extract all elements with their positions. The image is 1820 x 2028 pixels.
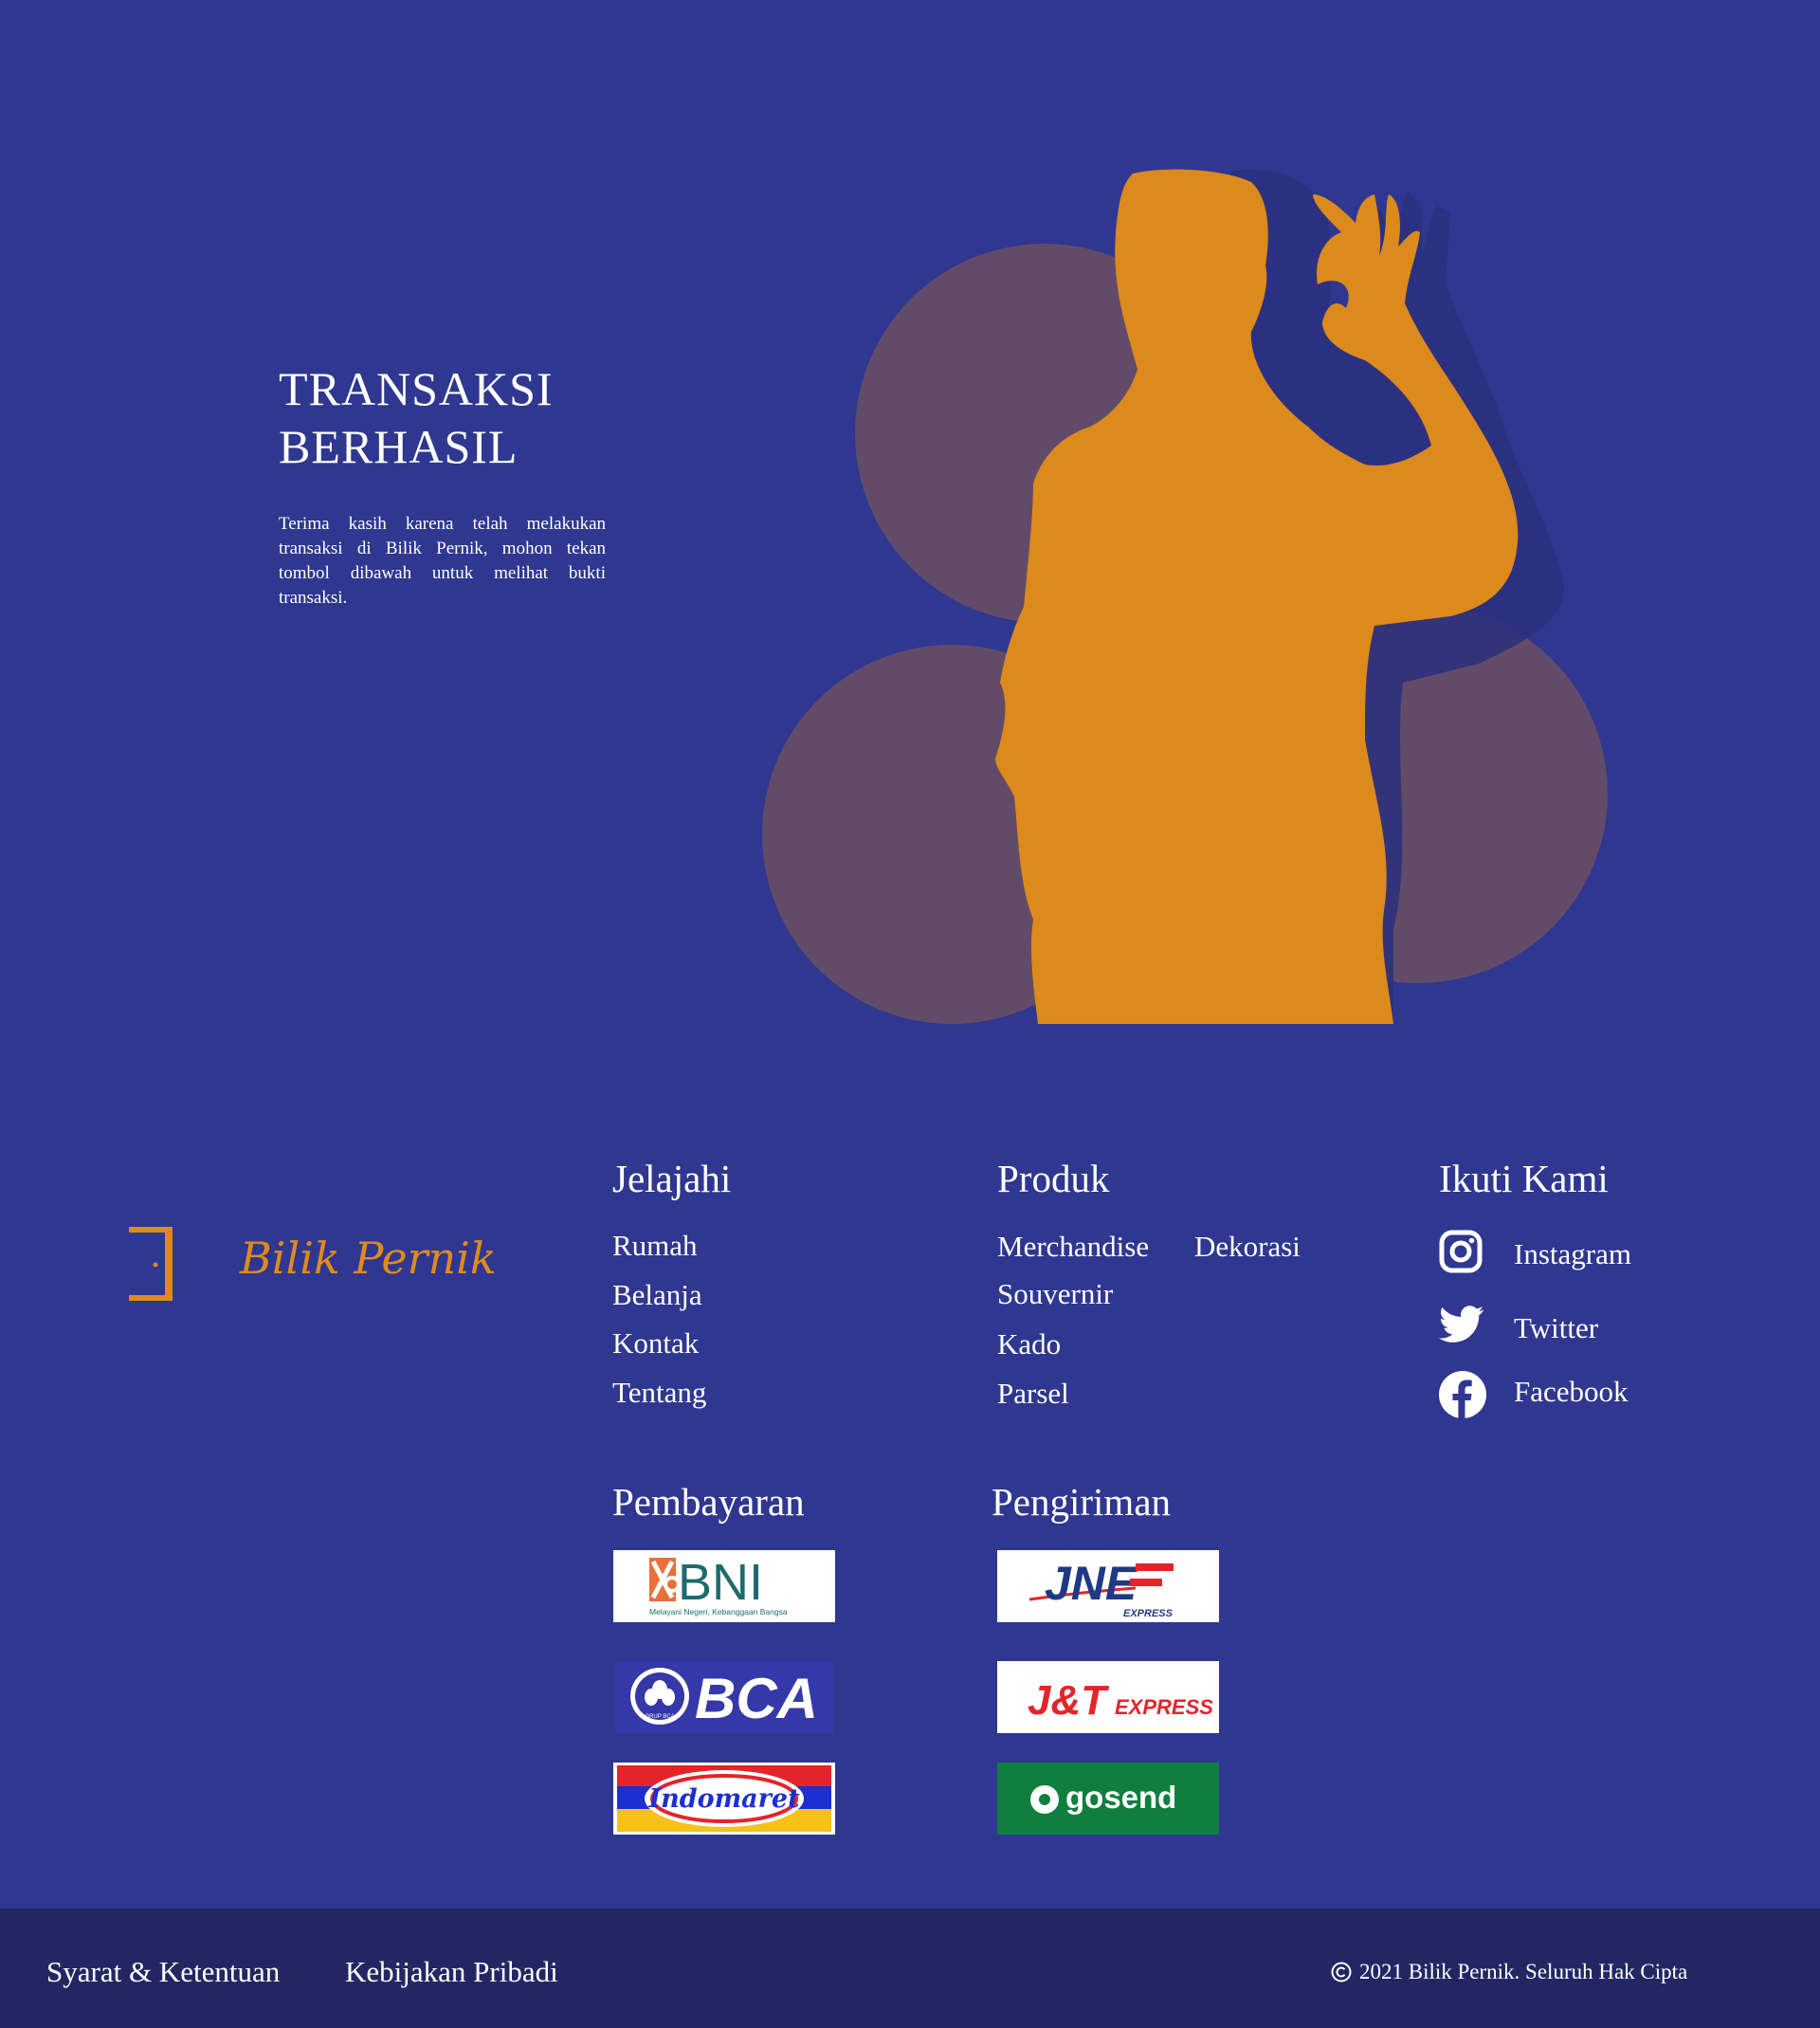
products-title: Produk xyxy=(997,1157,1110,1200)
footer-link-parcel[interactable]: Parsel xyxy=(997,1377,1069,1411)
jnt-wordmark: J&T xyxy=(1028,1677,1109,1724)
bni-wordmark: BNI xyxy=(678,1554,763,1611)
footer-link-home[interactable]: Rumah xyxy=(612,1229,698,1263)
twitter-icon xyxy=(1439,1306,1484,1343)
facebook-icon xyxy=(1439,1371,1486,1418)
terms-link[interactable]: Syarat & Ketentuan xyxy=(46,1955,280,1989)
privacy-link[interactable]: Kebijakan Pribadi xyxy=(345,1955,558,1989)
social-instagram[interactable] xyxy=(1439,1230,1483,1273)
bca-logo: GRUP BCA BCA xyxy=(615,1661,833,1733)
hero-title-line2: BERHASIL xyxy=(279,420,519,473)
indomaret-logo-art: Indomaret xyxy=(613,1763,835,1835)
footer-link-shop[interactable]: Belanja xyxy=(612,1278,702,1312)
gosend-wordmark: gosend xyxy=(1065,1780,1176,1815)
social-facebook-label[interactable]: Facebook xyxy=(1514,1375,1629,1409)
gosend-logo: gosend xyxy=(997,1763,1219,1835)
jne-logo: JNE EXPRESS xyxy=(997,1550,1219,1622)
jnt-logo: J&T EXPRESS xyxy=(997,1661,1219,1733)
footer-link-contact[interactable]: Kontak xyxy=(612,1326,699,1361)
copyright: 2021 Bilik Pernik. Seluruh Hak Cipta xyxy=(1331,1960,1687,1984)
bni-logo: BNI Melayani Negeri, Kebanggaan Bangsa xyxy=(613,1550,835,1622)
footer-link-decoration[interactable]: Dekorasi xyxy=(1194,1230,1301,1264)
explore-title: Jelajahi xyxy=(612,1157,732,1200)
footer-link-about[interactable]: Tentang xyxy=(612,1376,706,1410)
jne-wordmark: JNE xyxy=(1045,1557,1138,1610)
bca-logo-art: GRUP BCA BCA xyxy=(615,1661,833,1733)
gosend-logo-art: gosend xyxy=(1030,1780,1176,1815)
footer-link-merchandise[interactable]: Merchandise xyxy=(997,1230,1149,1264)
brand-name[interactable]: Bilik Pernik xyxy=(240,1233,497,1284)
follow-title: Ikuti Kami xyxy=(1439,1157,1609,1200)
social-twitter[interactable] xyxy=(1439,1306,1484,1343)
jne-logo-art: JNE EXPRESS xyxy=(1028,1557,1174,1619)
hero-title: TRANSAKSI BERHASIL xyxy=(279,360,554,476)
bni-logo-art: BNI Melayani Negeri, Kebanggaan Bangsa xyxy=(649,1554,788,1617)
hero-illustration xyxy=(762,169,1608,1024)
jne-sublabel: EXPRESS xyxy=(1123,1608,1174,1619)
hero-description: Terima kasih karena telah melakukan tran… xyxy=(279,514,606,608)
jnt-sublabel: EXPRESS xyxy=(1115,1695,1213,1719)
brand-logo[interactable] xyxy=(129,1225,176,1303)
indomaret-logo: Indomaret xyxy=(613,1763,835,1835)
bni-tagline: Melayani Negeri, Kebanggaan Bangsa xyxy=(649,1607,788,1617)
payment-title: Pembayaran xyxy=(612,1480,805,1524)
social-facebook[interactable] xyxy=(1439,1371,1486,1418)
bca-wordmark: BCA xyxy=(695,1667,818,1730)
hero-title-line1: TRANSAKSI xyxy=(279,362,554,415)
copyright-text: 2021 Bilik Pernik. Seluruh Hak Cipta xyxy=(1359,1960,1688,1983)
footer-link-gift[interactable]: Kado xyxy=(997,1327,1061,1361)
jnt-logo-art: J&T EXPRESS xyxy=(1028,1677,1213,1724)
copyright-icon xyxy=(1331,1962,1352,1982)
bca-group-label: GRUP BCA xyxy=(645,1714,674,1720)
social-instagram-label[interactable]: Instagram xyxy=(1514,1237,1631,1271)
footer-link-souvenir[interactable]: Souvernir xyxy=(997,1277,1113,1311)
door-icon xyxy=(129,1227,173,1301)
hero-section: TRANSAKSI BERHASIL Terima kasih karena t… xyxy=(0,0,1820,1024)
indomaret-wordmark: Indomaret xyxy=(647,1784,800,1814)
instagram-icon xyxy=(1439,1230,1483,1273)
shipping-title: Pengiriman xyxy=(992,1480,1172,1524)
social-twitter-label[interactable]: Twitter xyxy=(1514,1311,1598,1345)
